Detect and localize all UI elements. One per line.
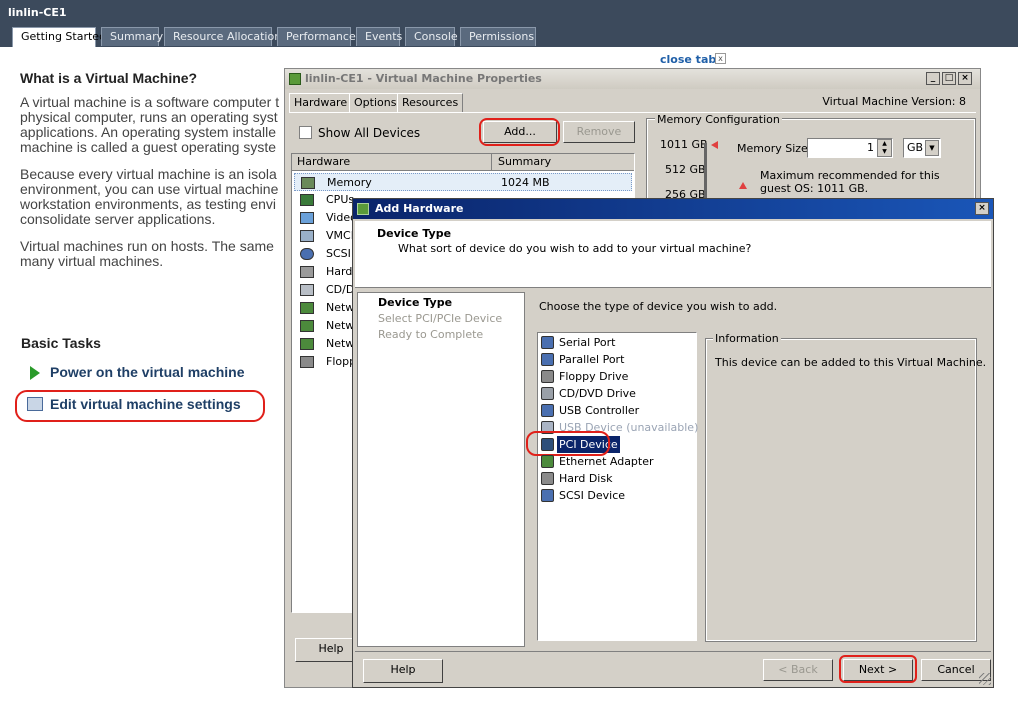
device-label: Hard Disk — [559, 472, 613, 485]
close-button[interactable]: × — [958, 72, 972, 85]
vm-icon — [289, 73, 301, 85]
resize-grip-icon[interactable] — [979, 673, 991, 685]
device-label: USB Controller — [559, 404, 640, 417]
information-group — [705, 338, 977, 642]
vm-icon — [357, 203, 369, 215]
network-icon — [300, 320, 314, 332]
wizard-header: Device Type What sort of device do you w… — [355, 221, 991, 288]
tab-summary[interactable]: Summary — [101, 27, 163, 46]
play-icon — [30, 366, 40, 380]
power-on-link[interactable]: Power on the virtual machine — [50, 364, 245, 380]
basic-tasks-heading: Basic Tasks — [21, 335, 101, 351]
network-icon — [300, 338, 314, 350]
device-type-list: Serial Port Parallel Port Floppy Drive CD/D… — [526, 332, 698, 641]
hard-disk-icon — [541, 472, 554, 485]
ethernet-icon — [541, 455, 554, 468]
memory-icon — [301, 177, 315, 189]
wizard-header-subtitle: What sort of device do you wish to add t… — [398, 242, 752, 255]
tab-getting-started[interactable]: Getting Started — [12, 27, 106, 47]
device-label: Ethernet Adapter — [559, 455, 654, 468]
parallel-port-icon — [541, 353, 554, 366]
close-icon[interactable]: x — [715, 53, 726, 64]
mem-scale-max: 1011 GB — [660, 138, 708, 151]
step-ready: Ready to Complete — [378, 328, 484, 341]
cd-icon — [300, 284, 314, 296]
vm-title: linlin-CE1 — [8, 6, 67, 19]
scsi-icon — [300, 248, 314, 260]
wizard-steps: Device Type Select PCI/PCIe Device Ready… — [357, 292, 525, 647]
disk-icon — [300, 266, 314, 278]
mem-note: Maximum recommended for this guest OS: 10… — [760, 169, 940, 195]
chevron-down-icon: ▼ — [925, 140, 939, 156]
next-highlight-ring — [839, 655, 917, 683]
memory-slider[interactable] — [704, 143, 707, 205]
serial-port-icon — [541, 336, 554, 349]
video-icon — [300, 212, 314, 224]
max-marker-icon — [711, 141, 718, 149]
add-highlight-ring — [479, 118, 560, 146]
usb-controller-icon — [541, 404, 554, 417]
intro-paragraph: A virtual machine is a software computer… — [20, 95, 280, 155]
step-device-type: Device Type — [378, 296, 453, 309]
vm-version: Virtual Machine Version: 8 — [822, 95, 966, 108]
back-button[interactable]: < Back — [763, 659, 833, 681]
mem-spin-icon[interactable]: ▲ ▼ — [877, 139, 892, 157]
close-button[interactable]: × — [975, 202, 989, 215]
information-title: Information — [713, 332, 781, 345]
tab-resource-allocation[interactable]: Resource Allocation — [164, 27, 281, 46]
tab-divider — [289, 112, 976, 113]
wizard-header-title: Device Type — [377, 227, 452, 240]
props-title: linlin-CE1 - Virtual Machine Properties — [305, 72, 542, 85]
step-select-pci: Select PCI/PCIe Device — [378, 312, 503, 325]
show-all-checkbox[interactable] — [299, 126, 312, 139]
device-label: Parallel Port — [559, 353, 625, 366]
getting-started-content: What is a Virtual Machine? A virtual mac… — [20, 70, 282, 281]
mem-size-label: Memory Size: — [737, 142, 812, 155]
footer-divider — [355, 651, 991, 652]
floppy-icon — [541, 370, 554, 383]
cpu-icon — [300, 194, 314, 206]
device-label: CD/DVD Drive — [559, 387, 636, 400]
cd-icon — [541, 387, 554, 400]
highlight-ring — [15, 390, 265, 422]
show-all-label: Show All Devices — [318, 126, 421, 140]
information-text: This device can be added to this Virtual… — [715, 356, 987, 369]
tab-performance[interactable]: Performance — [277, 27, 356, 46]
col-summary[interactable]: Summary — [492, 154, 634, 171]
warning-marker-icon — [739, 182, 747, 189]
isolation-paragraph: Because every virtual machine is an isol… — [20, 167, 279, 227]
network-icon — [300, 302, 314, 314]
tab-permissions[interactable]: Permissions — [460, 27, 536, 46]
memory-config-title: Memory Configuration — [655, 113, 782, 126]
hw-row-memory[interactable]: Memory 1024 MB — [294, 173, 632, 191]
page-title: What is a Virtual Machine? — [20, 70, 198, 86]
device-label: SCSI Device — [559, 489, 626, 502]
tab-events[interactable]: Events — [356, 27, 402, 46]
scsi-icon — [541, 489, 554, 502]
close-tab-link[interactable]: close tab — [660, 53, 716, 66]
mem-unit-select[interactable]: GB ▼ — [903, 138, 941, 158]
add-hardware-titlebar: Add Hardware × — [353, 199, 993, 219]
mem-scale-mid: 512 GB — [665, 163, 706, 176]
device-label: Serial Port — [559, 336, 616, 349]
props-titlebar: linlin-CE1 - Virtual Machine Properties … — [285, 69, 980, 89]
add-hardware-title: Add Hardware — [375, 202, 464, 215]
props-tab-hardware[interactable]: Hardware — [289, 93, 353, 113]
add-hardware-dialog: Add Hardware × Device Type What sort of … — [352, 198, 994, 688]
col-hardware[interactable]: Hardware — [292, 154, 492, 171]
device-label: Floppy Drive — [559, 370, 629, 383]
props-tab-options[interactable]: Options — [349, 93, 402, 112]
floppy-icon — [300, 356, 314, 368]
minimize-button[interactable]: _ — [926, 72, 940, 85]
tab-console[interactable]: Console — [405, 27, 458, 46]
vmci-icon — [300, 230, 314, 242]
help-button[interactable]: Help — [363, 659, 443, 683]
props-tab-resources[interactable]: Resources — [397, 93, 464, 112]
maximize-button[interactable]: □ — [942, 72, 956, 85]
remove-button[interactable]: Remove — [563, 121, 635, 143]
hosts-paragraph: Virtual machines run on hosts. The same m… — [20, 239, 274, 269]
wizard-instruction: Choose the type of device you wish to ad… — [539, 300, 778, 313]
